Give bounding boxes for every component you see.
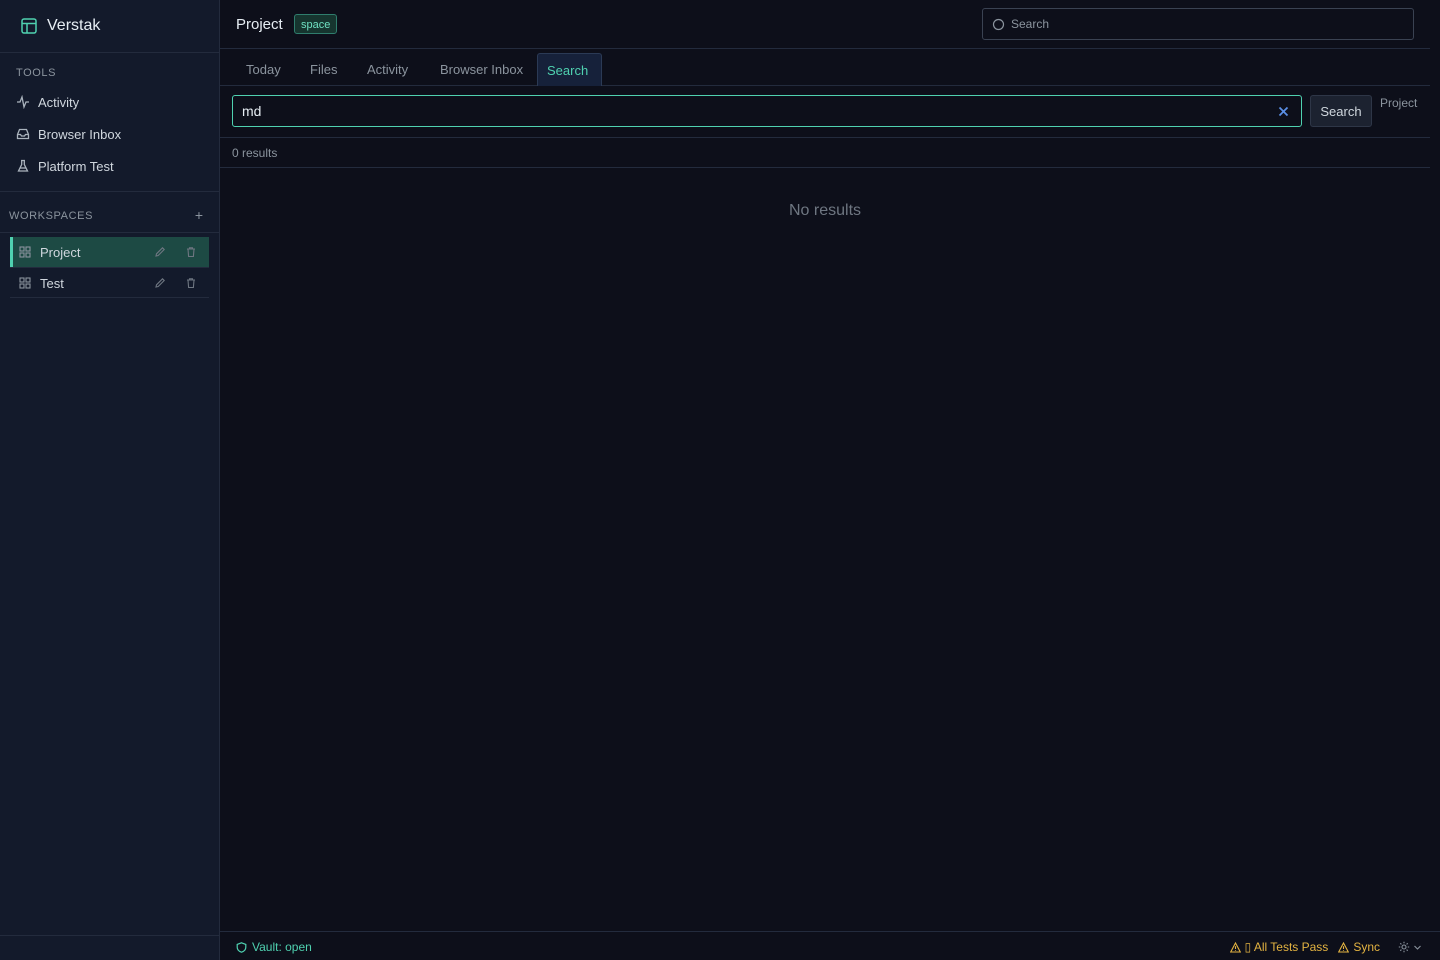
scrollbar-track[interactable]: [1430, 0, 1440, 931]
edit-workspace-icon[interactable]: [154, 246, 166, 258]
sync-status-text: Sync: [1353, 940, 1380, 954]
app-name: Verstak: [47, 17, 101, 34]
global-search[interactable]: [982, 8, 1414, 40]
warning-icon: [1229, 941, 1241, 953]
search-query-box[interactable]: [232, 95, 1302, 127]
activity-icon: [16, 95, 30, 109]
search-button[interactable]: Search: [1310, 95, 1372, 127]
sidebar-item-label: Platform Test: [38, 158, 114, 174]
workspace-separator: [10, 297, 209, 298]
vault-status[interactable]: Vault: open: [236, 940, 312, 954]
grid-icon: [19, 277, 31, 289]
vault-status-text: Vault: open: [252, 940, 312, 954]
tab-browser-inbox[interactable]: Browser Inbox: [431, 53, 532, 86]
global-search-input[interactable]: [1009, 16, 1413, 32]
inbox-icon: [16, 127, 30, 141]
tools-section-label: TOOLS: [16, 67, 57, 79]
status-right: ▯ All Tests Pass Sync: [1220, 940, 1422, 954]
gear-icon: [1398, 941, 1410, 953]
results-summary: 0 results: [220, 138, 1430, 168]
delete-workspace-icon[interactable]: [185, 277, 197, 289]
sidebar-item-label: Activity: [38, 94, 80, 110]
layout-icon: [20, 17, 38, 35]
page-title: Project: [236, 16, 283, 33]
search-icon: [992, 18, 1005, 31]
empty-state-message: No results: [788, 202, 862, 219]
add-workspace-button[interactable]: +: [195, 207, 203, 223]
search-query-row: Search Project: [220, 86, 1430, 138]
app-brand[interactable]: Verstak: [0, 0, 219, 53]
sidebar-item-browser-inbox[interactable]: Browser Inbox: [16, 122, 121, 146]
grid-icon: [19, 246, 31, 258]
tab-search[interactable]: Search: [537, 53, 602, 86]
workspace-label: Test: [40, 275, 64, 291]
chevron-down-icon: [1413, 943, 1422, 952]
main-panel: Project space Today Files Activity Brows…: [220, 0, 1430, 960]
tab-files[interactable]: Files: [301, 53, 346, 86]
tests-status[interactable]: ▯ All Tests Pass: [1229, 940, 1329, 954]
sidebar-footer-divider: [0, 935, 219, 936]
warning-icon: [1338, 941, 1350, 953]
sidebar-item-label: Browser Inbox: [38, 126, 122, 142]
top-bar: Project space: [220, 0, 1430, 49]
workspaces-section-label: WORKSPACES: [9, 210, 94, 222]
sidebar-item-platform-test[interactable]: Platform Test: [16, 154, 114, 178]
settings-menu-button[interactable]: [1398, 941, 1422, 953]
tab-activity[interactable]: Activity: [358, 53, 417, 86]
clear-icon[interactable]: [1273, 101, 1293, 121]
status-bar: Vault: open ▯ All Tests Pass Sync: [220, 931, 1440, 960]
results-count: 0 results: [232, 146, 278, 160]
delete-workspace-icon[interactable]: [185, 246, 197, 258]
shield-icon: [236, 941, 247, 953]
sidebar-divider: [0, 191, 219, 192]
workspace-item-test[interactable]: Test: [10, 268, 209, 298]
tab-bar: Today Files Activity Browser Inbox Searc…: [220, 49, 1430, 86]
workspaces-header: WORKSPACES +: [0, 200, 219, 233]
search-scope[interactable]: Project: [1380, 96, 1417, 110]
tests-status-text: ▯ All Tests Pass: [1244, 940, 1329, 954]
space-badge: space: [294, 14, 338, 34]
edit-workspace-icon[interactable]: [154, 277, 166, 289]
workspace-item-project[interactable]: Project: [10, 237, 209, 267]
sidebar-item-activity[interactable]: Activity: [16, 90, 79, 114]
workspace-label: Project: [40, 244, 81, 260]
sync-status[interactable]: Sync: [1338, 940, 1380, 954]
tab-today[interactable]: Today: [237, 53, 290, 86]
sidebar: Verstak TOOLS Activity Browser Inbox Pla…: [0, 0, 220, 960]
search-query-input[interactable]: [233, 102, 1273, 120]
flask-icon: [16, 159, 30, 173]
